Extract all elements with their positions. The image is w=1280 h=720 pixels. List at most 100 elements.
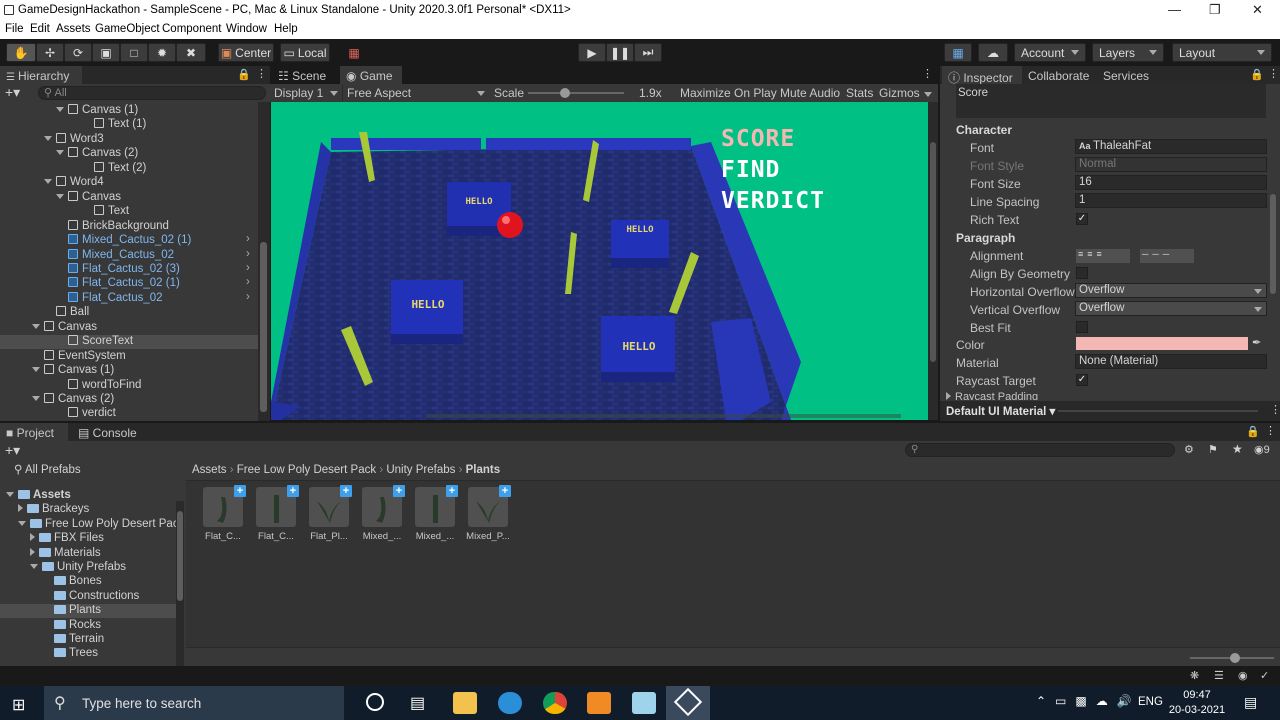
- lock-icon[interactable]: 🔒: [1246, 425, 1260, 438]
- hierarchy-item[interactable]: Text: [0, 205, 258, 219]
- project-tree-item[interactable]: Unity Prefabs: [0, 561, 176, 575]
- hierarchy-item[interactable]: ScoreText: [0, 335, 258, 350]
- font-field[interactable]: Aa ThaleahFat: [1075, 139, 1267, 154]
- layout-dropdown[interactable]: Layout: [1172, 43, 1272, 62]
- raycast-target-checkbox[interactable]: ✓: [1076, 374, 1088, 386]
- cache-icon[interactable]: ◉: [1238, 669, 1248, 682]
- maximize-on-play-toggle[interactable]: Maximize On Play: [680, 86, 777, 100]
- gizmos-toggle[interactable]: Gizmos: [879, 86, 920, 100]
- breadcrumb-assets[interactable]: Assets: [192, 464, 227, 476]
- stats-toggle[interactable]: Stats: [846, 86, 873, 100]
- project-tree-item[interactable]: Materials: [0, 547, 176, 561]
- add-icon[interactable]: +▾: [5, 84, 20, 101]
- hierarchy-item[interactable]: EventSystem: [0, 349, 258, 364]
- breadcrumb-plants[interactable]: Plants: [466, 464, 501, 476]
- more-icon[interactable]: ⋮: [1268, 67, 1279, 80]
- progress-icon[interactable]: ✓: [1260, 669, 1269, 682]
- task-view-icon[interactable]: ▤: [410, 693, 425, 713]
- chrome-icon[interactable]: [543, 692, 567, 714]
- material-field[interactable]: None (Material): [1075, 354, 1267, 369]
- more-icon[interactable]: ⋮: [1270, 403, 1280, 416]
- hierarchy-scrollbar[interactable]: [258, 102, 270, 421]
- hierarchy-item[interactable]: Ball: [0, 306, 258, 320]
- filter-type-icon[interactable]: ⚙: [1184, 443, 1194, 456]
- collapse-arrow-icon[interactable]: [18, 504, 23, 513]
- expand-arrow-icon[interactable]: [56, 107, 64, 112]
- notes-app-icon[interactable]: [632, 692, 656, 714]
- hierarchy-tab[interactable]: ☰ Hierarchy: [0, 66, 82, 84]
- asset-thumb-1[interactable]: +: [203, 485, 246, 527]
- notifications-icon[interactable]: ▤: [1244, 694, 1257, 711]
- scale-tool-icon[interactable]: ▣: [92, 43, 120, 62]
- menu-component[interactable]: Component: [162, 23, 221, 35]
- game-viewport[interactable]: HELLO HELLO HELLO HELLO SCORE FIND VERDI…: [271, 102, 928, 420]
- windows-start-icon[interactable]: ⊞: [12, 695, 25, 715]
- expand-arrow-icon[interactable]: [6, 492, 14, 497]
- tab-services[interactable]: Services: [1103, 69, 1149, 83]
- chevron-right-icon[interactable]: ›: [246, 276, 250, 288]
- step-button[interactable]: ⏭: [634, 43, 662, 62]
- move-tool-icon[interactable]: ✢: [36, 43, 64, 62]
- collapse-arrow-icon[interactable]: [30, 533, 35, 542]
- cortana-icon[interactable]: [366, 693, 384, 711]
- project-tree-item[interactable]: Trees: [0, 647, 176, 661]
- menu-edit[interactable]: Edit: [30, 23, 50, 35]
- asset-thumb-3[interactable]: +: [309, 485, 352, 527]
- expand-arrow-icon[interactable]: [32, 396, 40, 401]
- font-size-field[interactable]: 16: [1075, 175, 1267, 190]
- rect-tool-icon[interactable]: □: [120, 43, 148, 62]
- hierarchy-item[interactable]: Flat_Cactus_02 (1) ›: [0, 276, 258, 291]
- project-tree-item[interactable]: Plants: [0, 604, 176, 619]
- project-tree-item[interactable]: Bones: [0, 575, 176, 589]
- breadcrumb-unity-prefabs[interactable]: Unity Prefabs: [386, 464, 455, 476]
- bug-icon[interactable]: ❋: [1190, 669, 1199, 682]
- display-dropdown[interactable]: Display 1: [274, 85, 340, 101]
- play-button[interactable]: ▶: [578, 43, 606, 62]
- asset-thumb-6[interactable]: +: [468, 485, 511, 527]
- rotate-tool-icon[interactable]: ⟳: [64, 43, 92, 62]
- account-dropdown[interactable]: Account: [1014, 43, 1086, 62]
- hierarchy-item[interactable]: Mixed_Cactus_02 (1) ›: [0, 233, 258, 248]
- minimize-icon[interactable]: —: [1168, 2, 1181, 17]
- lock-icon[interactable]: 🔒: [237, 68, 251, 81]
- lock-icon[interactable]: 🔒: [1250, 68, 1264, 81]
- collapse-arrow-icon[interactable]: [30, 547, 35, 556]
- maximize-icon[interactable]: ❐: [1209, 2, 1221, 18]
- game-scrollbar[interactable]: [928, 102, 938, 420]
- vertical-overflow-dropdown[interactable]: Overflow: [1075, 301, 1267, 316]
- language-indicator[interactable]: ENG: [1138, 696, 1163, 708]
- expand-arrow-icon[interactable]: [32, 367, 40, 373]
- menu-assets[interactable]: Assets: [56, 23, 91, 35]
- system-tray-icons[interactable]: ⌃▭▩☁🔊: [1036, 694, 1141, 708]
- tab-console[interactable]: ▤ Console: [78, 426, 137, 440]
- aspect-dropdown[interactable]: Free Aspect: [342, 85, 485, 101]
- pause-button[interactable]: ❚❚: [606, 43, 634, 62]
- project-tree-item[interactable]: Constructions: [0, 590, 176, 604]
- breadcrumb-desert-pack[interactable]: Free Low Poly Desert Pack: [237, 464, 376, 476]
- chevron-right-icon[interactable]: ›: [246, 248, 250, 260]
- grid-snap-icon[interactable]: ▦: [340, 43, 368, 62]
- clock-date[interactable]: 20-03-2021: [1166, 704, 1228, 716]
- pivot-center-button[interactable]: ▣ Center: [218, 43, 274, 62]
- hierarchy-item[interactable]: Word4: [0, 176, 258, 190]
- menu-window[interactable]: Window: [226, 23, 267, 35]
- tab-collaborate[interactable]: Collaborate: [1028, 69, 1089, 83]
- tab-project[interactable]: ■ Project: [0, 423, 68, 441]
- more-icon[interactable]: ⋮: [1265, 424, 1276, 437]
- hierarchy-item[interactable]: wordToFind: [0, 378, 258, 393]
- taskbar-search-box[interactable]: ⚲ Type here to search: [44, 686, 344, 720]
- mute-audio-toggle[interactable]: Mute Audio: [780, 86, 840, 100]
- horizontal-overflow-dropdown[interactable]: Overflow: [1075, 283, 1267, 298]
- custom-tool-icon[interactable]: ✖: [176, 43, 206, 62]
- add-asset-icon[interactable]: +▾: [5, 442, 20, 459]
- project-tree-item[interactable]: Brackeys: [0, 503, 176, 517]
- hierarchy-item[interactable]: Mixed_Cactus_02 ›: [0, 248, 258, 263]
- expand-arrow-icon[interactable]: [44, 135, 52, 141]
- layers-dropdown[interactable]: Layers: [1092, 43, 1164, 62]
- default-ui-material-label[interactable]: Default UI Material ▾: [946, 404, 1055, 418]
- filter-label-icon[interactable]: ⚑: [1208, 443, 1218, 456]
- hierarchy-item[interactable]: Canvas (2): [0, 393, 258, 407]
- asset-thumb-5[interactable]: +: [415, 485, 458, 527]
- hidden-packages-count[interactable]: ◉9: [1254, 443, 1270, 456]
- icon-size-slider[interactable]: [1190, 653, 1274, 663]
